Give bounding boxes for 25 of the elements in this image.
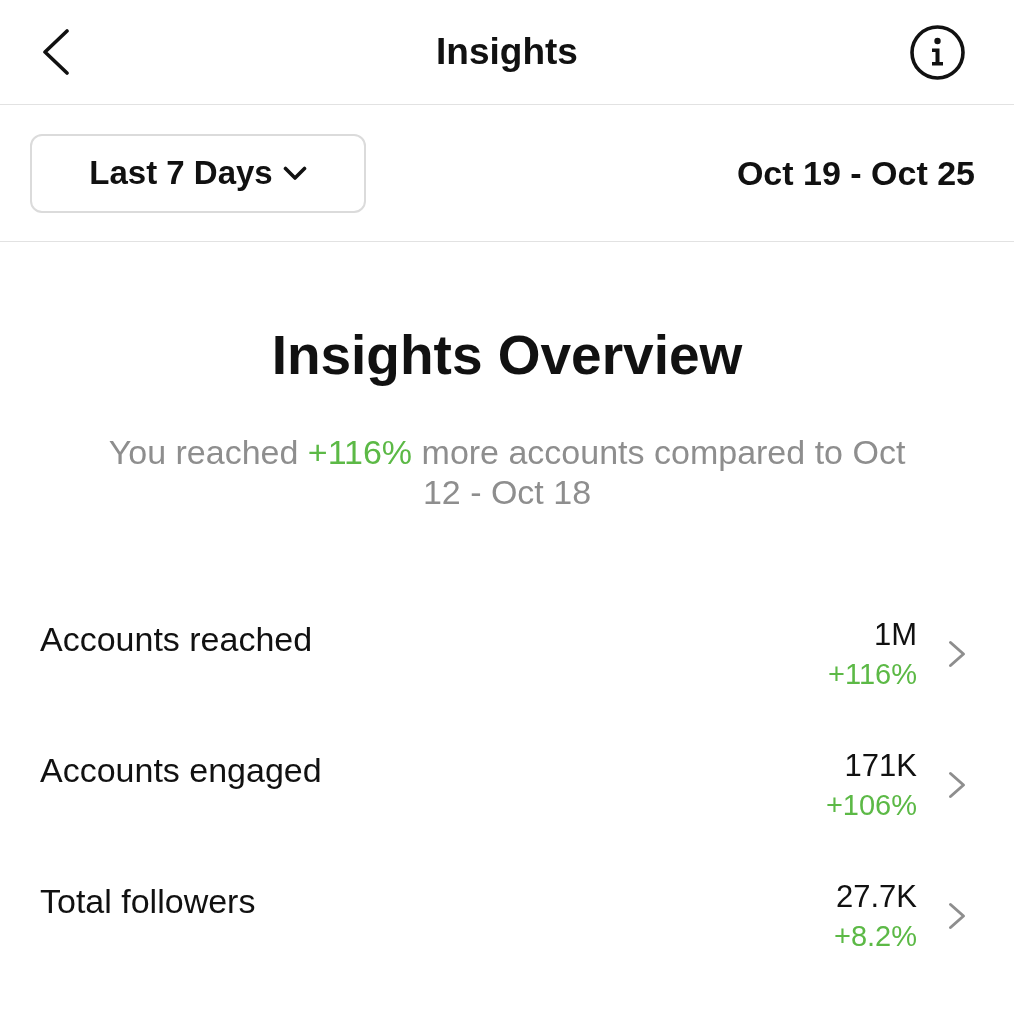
info-button[interactable] [910, 24, 965, 80]
period-dropdown[interactable]: Last 7 Days [30, 133, 366, 213]
chevron-right-icon [948, 902, 966, 930]
metric-value: 27.7K [836, 878, 917, 916]
info-icon [910, 24, 965, 80]
metric-label: Accounts engaged [40, 750, 322, 791]
chevron-right-icon [948, 640, 966, 668]
metric-row[interactable]: Accounts reached 1M +116% [40, 615, 966, 693]
overview-title: Insights Overview [271, 323, 743, 388]
back-chevron-icon [42, 29, 70, 75]
back-button[interactable] [40, 29, 72, 75]
metric-change: +8.2% [833, 919, 917, 954]
metric-value: 171K [844, 747, 917, 785]
metric-row[interactable]: Total followers 27.7K +8.2% [40, 877, 966, 955]
date-range: Oct 19 - Oct 25 [736, 153, 975, 193]
chevron-right-icon [948, 771, 966, 799]
metric-label: Accounts reached [40, 619, 313, 660]
metric-row[interactable]: Accounts engaged 171K +106% [40, 746, 966, 824]
metric-value: 1M [873, 616, 917, 654]
metric-change: +116% [828, 657, 917, 692]
summary-text: You reached +116% more accounts compared to Oct 12 - Oct 18 [107, 432, 907, 512]
metric-label: Total followers [40, 881, 256, 922]
page-title: Insights [436, 30, 578, 74]
caret-icon [282, 165, 307, 181]
metric-change: +106% [825, 788, 917, 823]
